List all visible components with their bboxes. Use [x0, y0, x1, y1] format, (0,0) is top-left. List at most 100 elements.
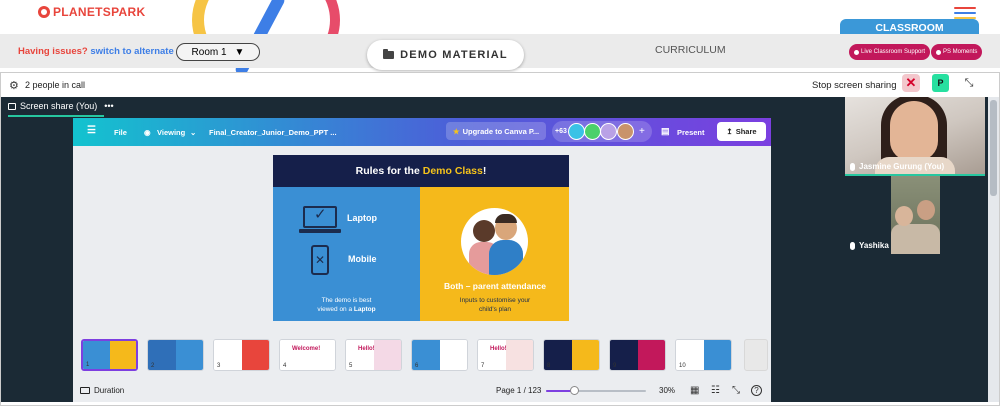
people-count: 2 people in call	[25, 80, 86, 90]
canva-share-label: Share	[735, 127, 757, 136]
mic-icon	[850, 241, 855, 250]
demo-material-button[interactable]: DEMO MATERIAL	[367, 40, 524, 70]
slide-thumbnail[interactable]: 7 Hello!	[477, 339, 534, 371]
fullscreen-icon[interactable]: ⤡	[732, 385, 740, 396]
thumbnail-number: 6	[415, 363, 419, 369]
participant-label: Jasmine Gurung (You)	[850, 162, 944, 171]
slide-thumbnail[interactable]: 8	[543, 339, 600, 371]
thumbnail-number: 9	[613, 363, 617, 369]
parents-illustration	[461, 208, 528, 275]
collaborator-avatar[interactable]	[617, 123, 634, 140]
slide-thumbnail[interactable]: 4 Welcome!	[279, 339, 336, 371]
add-collaborator-icon[interactable]: +	[639, 126, 645, 137]
duration-icon	[80, 387, 90, 394]
duration-label: Duration	[94, 386, 125, 395]
screen-share-icon	[8, 102, 16, 110]
canva-document-title[interactable]: Final_Creator_Junior_Demo_PPT ...	[209, 128, 337, 137]
participant-p-button[interactable]: P	[932, 74, 949, 92]
slide-thumbnail[interactable]: 9	[609, 339, 666, 371]
slide-title-suffix: !	[482, 165, 487, 177]
chevron-down-icon: ⌄	[190, 128, 197, 137]
slide-title-prefix: Rules for the	[355, 165, 420, 177]
room-selector[interactable]: Room 1 ▼	[176, 43, 260, 61]
room-selector-value: Room 1	[191, 46, 227, 58]
canva-eye-icon: ◉	[144, 128, 151, 137]
screen-share-tab-indicator	[8, 115, 104, 117]
app-root: PLANETSPARK CLASSROOM Having issues? swi…	[0, 0, 1000, 406]
slide-thumbnail[interactable]: 5 Hello!	[345, 339, 402, 371]
thumbnail-text: Welcome!	[292, 346, 321, 352]
slide-thumbnail[interactable]: 10	[675, 339, 732, 371]
duration-button[interactable]: Duration	[80, 386, 124, 395]
demo-material-label: DEMO MATERIAL	[400, 49, 508, 61]
screen-share-title: Screen share (You)	[20, 101, 98, 111]
canva-viewing-mode[interactable]: Viewing	[157, 128, 185, 137]
participants-scrollbar-thumb[interactable]	[990, 100, 997, 196]
issues-prefix: Having issues?	[18, 46, 88, 57]
collaborator-count: +63	[555, 128, 567, 135]
demo-note-line1: The demo is best	[321, 297, 372, 304]
ps-moments-label: PS Moments	[943, 49, 978, 55]
help-icon[interactable]: ?	[751, 385, 762, 396]
slide-laptop-label: Laptop	[347, 213, 377, 223]
laptop-base-icon	[299, 229, 341, 233]
collaborator-avatar[interactable]	[600, 123, 617, 140]
slide-thumbnail[interactable]: 3	[213, 339, 270, 371]
upgrade-label: Upgrade to Canva P...	[462, 126, 540, 136]
stop-sharing-close-button[interactable]: ✕	[902, 74, 920, 92]
thumbnail-number: 10	[679, 363, 686, 369]
collaborator-avatar[interactable]	[568, 123, 585, 140]
slide-demo-note: The demo is best viewed on a Laptop	[283, 296, 410, 314]
gear-icon[interactable]: ⚙	[9, 79, 19, 92]
slide-parent-title: Both – parent attendance	[443, 281, 547, 291]
logo-text: PLANETSPARK	[53, 5, 146, 19]
thumbnail-grid-icon[interactable]: ☷	[711, 385, 720, 396]
zoom-level[interactable]: 30%	[659, 386, 675, 395]
planetspark-logo[interactable]: PLANETSPARK	[38, 5, 145, 19]
participant-name: Yashika	[859, 241, 889, 250]
checkmark-icon: ✓	[314, 206, 327, 223]
upload-icon: ↥	[726, 127, 733, 136]
canva-share-button[interactable]: ↥ Share	[717, 122, 766, 141]
canva-file-menu[interactable]: File	[114, 128, 127, 137]
mic-icon	[850, 162, 855, 171]
demo-note-line2: viewed on a Laptop	[317, 306, 376, 313]
upgrade-canva-button[interactable]: ★ Upgrade to Canva P...	[446, 122, 546, 140]
expand-icon[interactable]: ⤡	[961, 75, 977, 91]
slide-thumbnail[interactable]: 2	[147, 339, 204, 371]
ps-moments-button[interactable]: PS Moments	[931, 44, 983, 60]
moments-icon	[936, 49, 941, 55]
collaborator-avatar[interactable]	[584, 123, 601, 140]
slide-title-accent: Demo Class	[422, 165, 483, 177]
thumbnail-number: 2	[151, 363, 155, 369]
slide-thumbnail[interactable]: 1	[81, 339, 138, 371]
thumbnail-partial[interactable]	[744, 339, 768, 371]
thumbnail-text: Hello!	[490, 346, 507, 352]
slide-thumbnail[interactable]: 6	[411, 339, 468, 371]
grid-view-icon[interactable]: ▦	[690, 385, 699, 396]
page-indicator: Page 1 / 123	[496, 386, 542, 395]
present-icon: ▤	[661, 126, 670, 136]
slide-parent-note: Inputs to customise your child's plan	[432, 296, 558, 314]
participant-video	[890, 101, 938, 161]
present-button[interactable]: Present	[677, 128, 705, 137]
stop-screen-sharing-label[interactable]: Stop screen sharing	[812, 80, 897, 91]
thumbnail-number: 7	[481, 363, 485, 369]
issues-message: Having issues? switch to alternate room	[18, 46, 200, 57]
curriculum-tab[interactable]: CURRICULUM	[655, 44, 726, 56]
live-support-button[interactable]: Live Classroom Support	[849, 44, 931, 60]
canva-menu-icon[interactable]: ☰	[87, 125, 96, 136]
crown-icon: ★	[452, 126, 460, 136]
participant-video-yashika[interactable]	[891, 176, 940, 254]
slide-title: Rules for the Demo Class!	[273, 155, 569, 187]
thumbnail-number: 5	[349, 363, 353, 369]
folder-icon	[383, 49, 395, 59]
parent-note-line2: child's plan	[479, 306, 511, 313]
thumbnail-number: 1	[86, 362, 90, 368]
thumbnail-number: 3	[217, 363, 221, 369]
slide-mobile-label: Mobile	[348, 254, 377, 264]
zoom-slider-handle[interactable]	[570, 386, 579, 395]
more-options-icon[interactable]: •••	[104, 101, 113, 111]
parent-note-line1: Inputs to customise your	[459, 297, 531, 304]
support-icon	[854, 49, 859, 55]
